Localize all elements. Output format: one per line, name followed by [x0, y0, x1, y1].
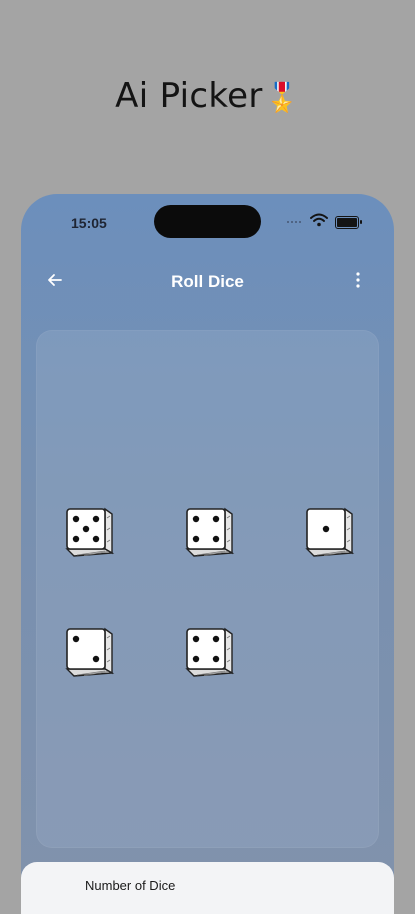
- die-pip: [212, 635, 220, 643]
- die-pip: [192, 635, 200, 643]
- die-pip: [192, 535, 200, 543]
- cellular-signal-icon: [287, 221, 301, 223]
- page-title: Roll Dice: [171, 272, 244, 291]
- dice-area[interactable]: [36, 330, 379, 848]
- die-pip: [82, 525, 90, 533]
- die-pip: [72, 535, 80, 543]
- die-pip: [212, 515, 220, 523]
- die-4[interactable]: [64, 626, 116, 678]
- settings-sheet: Number of Dice: [21, 862, 394, 914]
- status-bar: 15:05: [21, 194, 394, 250]
- die-pip: [192, 515, 200, 523]
- phone-frame: 15:05 Roll Dice Number of Dice: [21, 194, 394, 914]
- app-bar: Roll Dice: [21, 260, 394, 302]
- promo-title: Ai Picker🎖️: [0, 76, 415, 116]
- die-pip: [92, 655, 100, 663]
- die-pip: [212, 655, 220, 663]
- die-2[interactable]: [184, 506, 236, 558]
- number-of-dice-label: Number of Dice: [85, 878, 176, 893]
- dynamic-island: [154, 205, 261, 238]
- military-medal-icon: 🎖️: [264, 81, 300, 114]
- wifi-icon: [310, 213, 328, 227]
- die-pip: [72, 515, 80, 523]
- die-pip: [212, 535, 220, 543]
- battery-icon: [335, 216, 362, 229]
- status-time: 15:05: [71, 215, 107, 231]
- die-pip: [92, 535, 100, 543]
- die-pip: [92, 515, 100, 523]
- die-1[interactable]: [64, 506, 116, 558]
- promo-title-text: Ai Picker: [115, 76, 263, 116]
- die-5[interactable]: [184, 626, 236, 678]
- more-options-button[interactable]: [353, 270, 363, 290]
- die-pip: [322, 525, 330, 533]
- die-pip: [72, 635, 80, 643]
- die-3[interactable]: [304, 506, 356, 558]
- die-pip: [192, 655, 200, 663]
